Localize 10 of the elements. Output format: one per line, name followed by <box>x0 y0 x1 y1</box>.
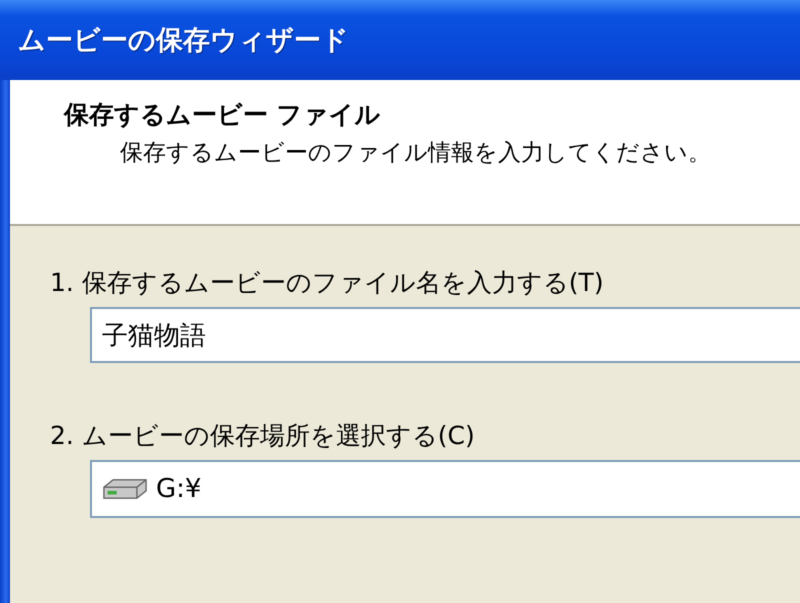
field-value: G:¥ <box>156 474 202 504</box>
location-combo[interactable]: G:¥ <box>90 460 800 518</box>
drive-icon <box>102 478 148 500</box>
window-title: ムービーの保存ウィザード <box>18 24 349 58</box>
header-subtitle: 保存するムービーのファイル情報を入力してください。 <box>119 139 712 168</box>
field-label: 1. 保存するムービーのファイル名を入力する(T) <box>50 267 605 299</box>
field-label: 2. ムービーの保存場所を選択する(C) <box>50 420 476 452</box>
header-title: 保存するムービー ファイル <box>64 99 382 131</box>
field-value: 子猫物語 <box>102 320 206 352</box>
filename-field[interactable]: 子猫物語 <box>90 307 800 363</box>
